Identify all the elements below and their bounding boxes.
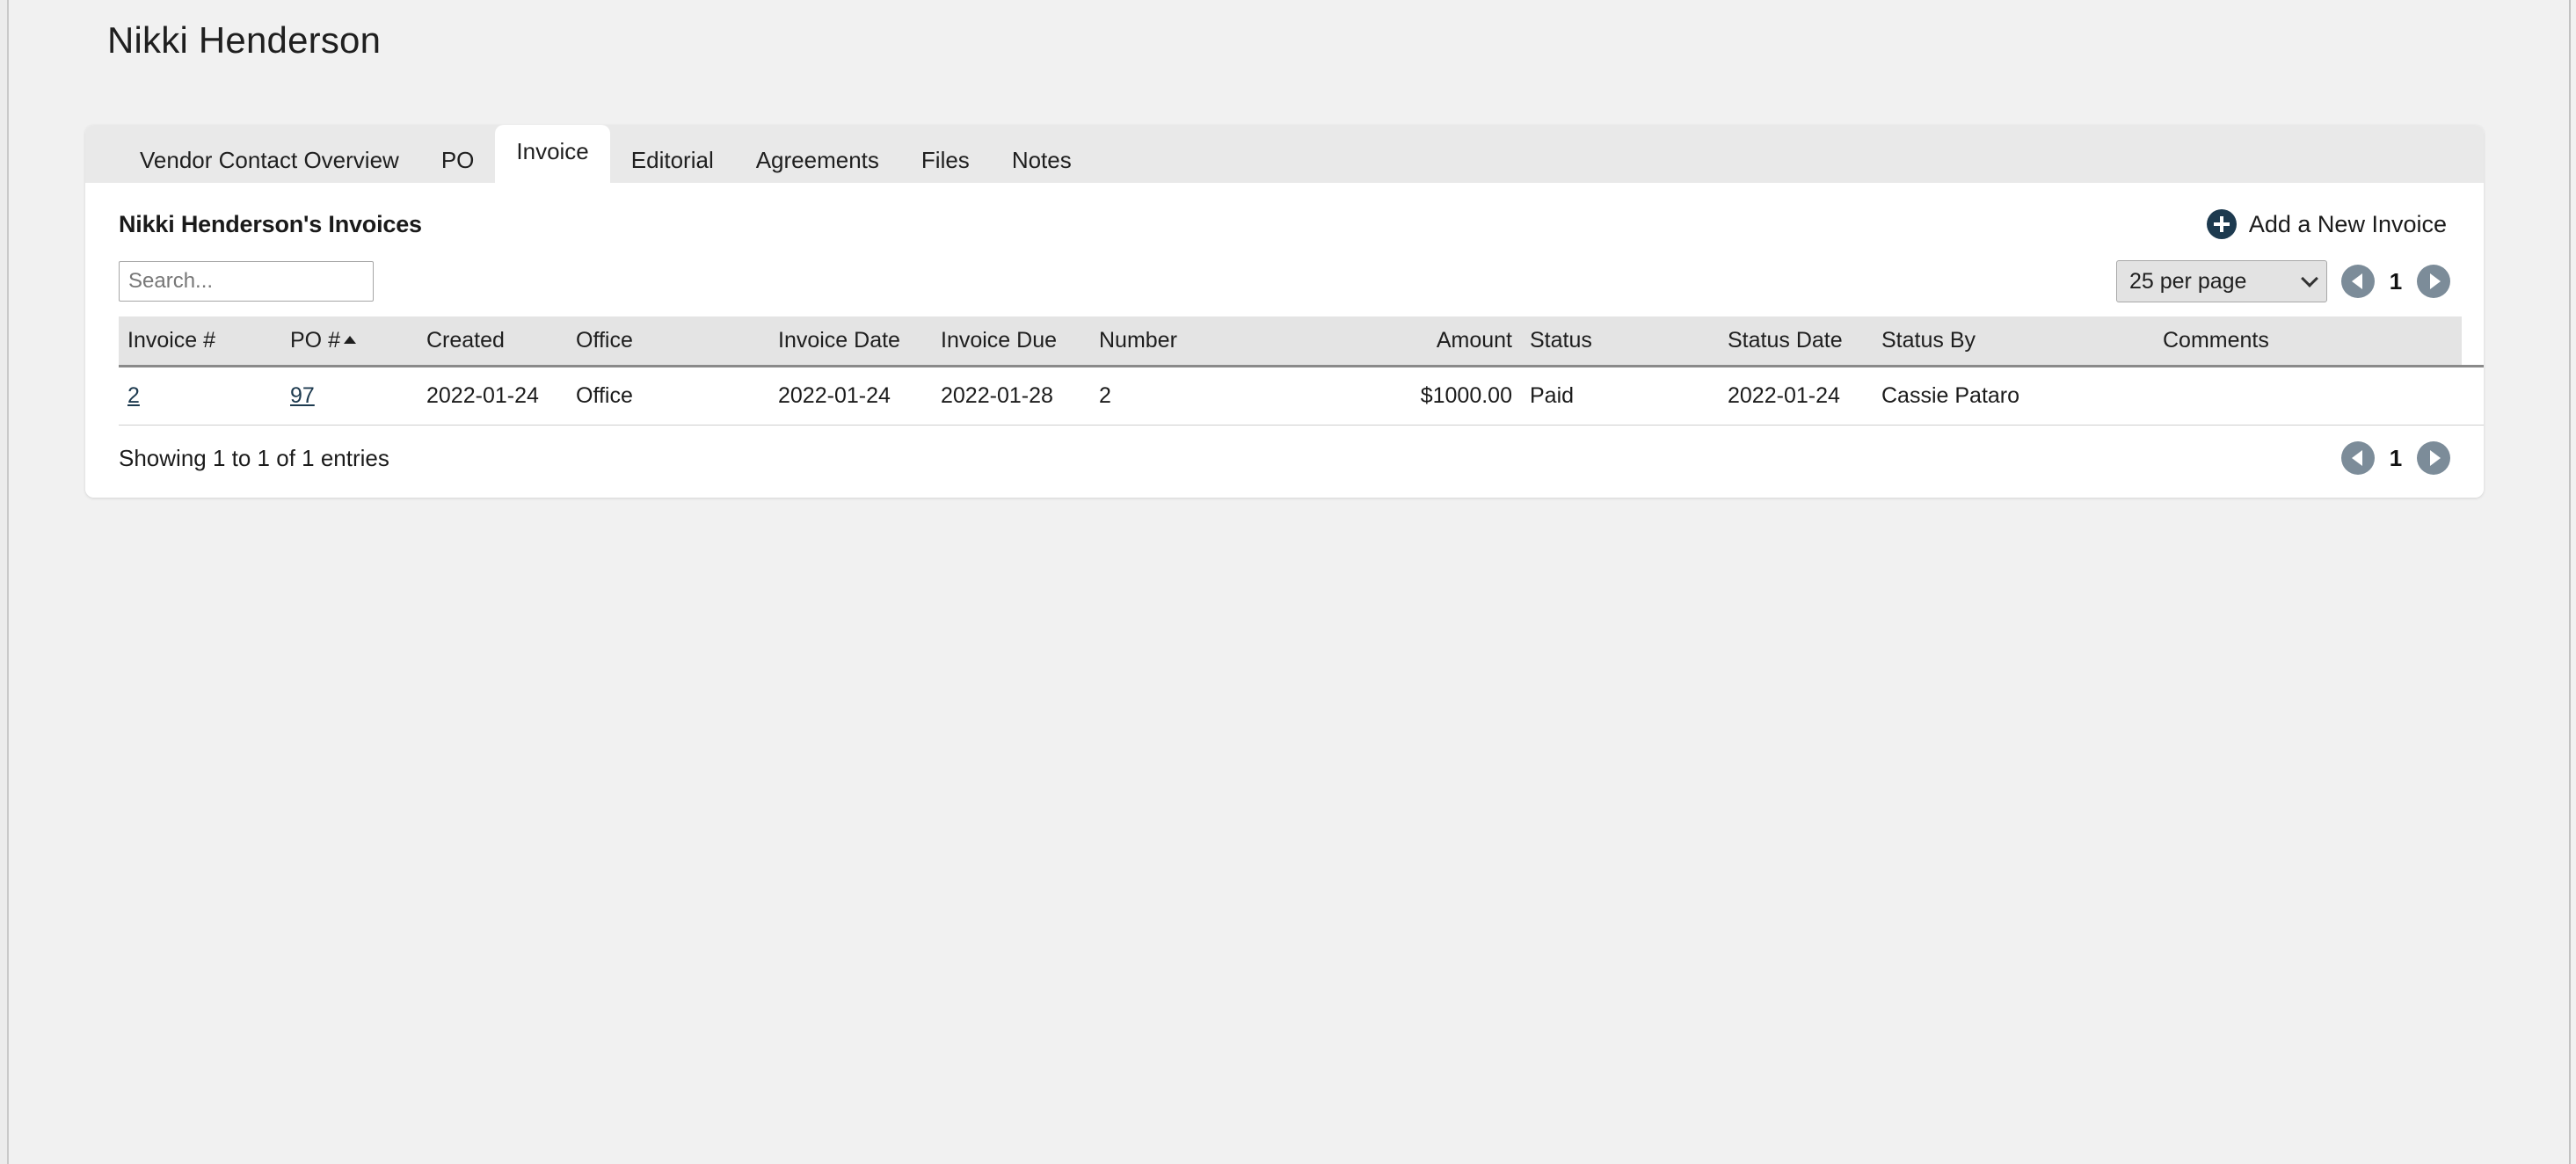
entries-summary: Showing 1 to 1 of 1 entries	[119, 444, 389, 471]
column-header-actions	[2462, 316, 2484, 367]
column-header-invoice-no[interactable]: Invoice #	[119, 316, 281, 367]
table-footer: Showing 1 to 1 of 1 entries 1	[119, 426, 2450, 498]
column-header-comments[interactable]: Comments	[2154, 316, 2462, 367]
invoice-no-link[interactable]: 2	[127, 383, 140, 408]
table-controls: 10 per page25 per page50 per page100 per…	[119, 260, 2450, 302]
cell-invoice-no: 2	[119, 366, 281, 426]
table-head: Invoice # PO # Created Office Invoice Date In…	[119, 316, 2484, 367]
column-header-label: Number	[1099, 328, 1177, 353]
column-header-label: PO #	[290, 328, 340, 353]
add-a-new-invoice-label: Add a New Invoice	[2248, 210, 2447, 237]
column-header-label: Invoice #	[127, 328, 216, 353]
cell-created: 2022-01-24	[418, 366, 567, 426]
column-header-label: Status	[1530, 328, 1592, 353]
chevron-left-icon	[2351, 450, 2362, 466]
tab-invoice[interactable]: Invoice	[495, 125, 610, 183]
chevron-right-icon	[2429, 450, 2441, 466]
per-page-select[interactable]: 10 per page25 per page50 per page100 per…	[2116, 260, 2327, 302]
plus-circle-icon	[2206, 209, 2237, 239]
add-comment-icon[interactable]	[2482, 380, 2485, 412]
chevron-left-icon	[2351, 273, 2362, 289]
cell-amount: $1000.00	[1389, 366, 1521, 426]
column-header-number[interactable]: Number	[1090, 316, 1389, 367]
pagination-top: 10 per page25 per page50 per page100 per…	[2116, 260, 2450, 302]
column-header-label: Comments	[2163, 328, 2269, 353]
cell-status: Paid	[1521, 366, 1719, 426]
column-header-label: Office	[576, 328, 633, 353]
add-a-new-invoice-button[interactable]: Add a New Invoice	[2206, 209, 2450, 239]
table-header-row: Invoice # PO # Created Office Invoice Date In…	[119, 316, 2484, 367]
per-page-select-wrap: 10 per page25 per page50 per page100 per…	[2116, 260, 2327, 302]
page-title: Nikki Henderson	[107, 19, 382, 61]
page-left-edge	[0, 0, 9, 1164]
previous-page-button-bottom[interactable]	[2341, 441, 2375, 475]
column-header-status-date[interactable]: Status Date	[1719, 316, 1873, 367]
column-header-created[interactable]: Created	[418, 316, 567, 367]
current-page-top: 1	[2389, 267, 2403, 295]
invoices-table: Invoice # PO # Created Office Invoice Date In…	[119, 316, 2484, 426]
pagination-bottom: 1	[2341, 441, 2450, 475]
panel-body: Nikki Henderson's Invoices Add a New Inv…	[85, 183, 2484, 498]
section-title: Nikki Henderson's Invoices	[119, 210, 422, 237]
tab-agreements[interactable]: Agreements	[735, 137, 900, 183]
cell-po-no: 97	[281, 366, 418, 426]
column-header-po-no[interactable]: PO #	[281, 316, 418, 367]
invoice-panel: Vendor Contact Overview PO Invoice Editoria…	[85, 125, 2484, 498]
page-right-edge	[2569, 0, 2576, 1164]
tab-editorial[interactable]: Editorial	[610, 137, 735, 183]
cell-status-by: Cassie Pataro	[1873, 366, 2154, 426]
table-body: 2 97 2022-01-24 Office 2022-01-24 2022-01-28 2…	[119, 366, 2485, 426]
column-header-label: Created	[426, 328, 505, 353]
column-header-invoice-date[interactable]: Invoice Date	[769, 316, 932, 367]
next-page-button-top[interactable]	[2417, 265, 2450, 298]
tab-bar: Vendor Contact Overview PO Invoice Editoria…	[85, 125, 2484, 183]
column-header-label: Status By	[1881, 328, 1976, 353]
table-row: 2 97 2022-01-24 Office 2022-01-24 2022-01-28 2…	[119, 366, 2485, 426]
column-header-status-by[interactable]: Status By	[1873, 316, 2154, 367]
po-no-link[interactable]: 97	[290, 383, 315, 408]
tab-po[interactable]: PO	[420, 137, 496, 183]
cell-invoice-date: 2022-01-24	[769, 366, 932, 426]
cell-number: 2	[1090, 366, 1389, 426]
column-header-amount[interactable]: Amount	[1389, 316, 1521, 367]
cell-comments	[2154, 366, 2462, 426]
column-header-label: Invoice Date	[778, 328, 900, 353]
column-header-office[interactable]: Office	[567, 316, 769, 367]
previous-page-button-top[interactable]	[2341, 265, 2375, 298]
tab-notes[interactable]: Notes	[991, 137, 1093, 183]
column-header-label: Amount	[1436, 328, 1512, 353]
column-header-label: Invoice Due	[941, 328, 1058, 353]
current-page-bottom: 1	[2389, 444, 2403, 471]
column-header-status[interactable]: Status	[1521, 316, 1719, 367]
page-root: Nikki Henderson Vendor Contact Overview P…	[0, 0, 2576, 1164]
cell-actions	[2462, 366, 2485, 426]
chevron-right-icon	[2429, 273, 2441, 289]
cell-office: Office	[567, 366, 769, 426]
section-header: Nikki Henderson's Invoices Add a New Inv…	[119, 183, 2450, 243]
cell-invoice-due: 2022-01-28	[932, 366, 1090, 426]
tab-vendor-contact-overview[interactable]: Vendor Contact Overview	[119, 137, 420, 183]
cell-status-date: 2022-01-24	[1719, 366, 1873, 426]
search-input[interactable]	[119, 261, 374, 302]
next-page-button-bottom[interactable]	[2417, 441, 2450, 475]
column-header-label: Status Date	[1728, 328, 1843, 353]
column-header-invoice-due[interactable]: Invoice Due	[932, 316, 1090, 367]
tab-files[interactable]: Files	[900, 137, 991, 183]
sort-ascending-icon	[343, 336, 356, 344]
